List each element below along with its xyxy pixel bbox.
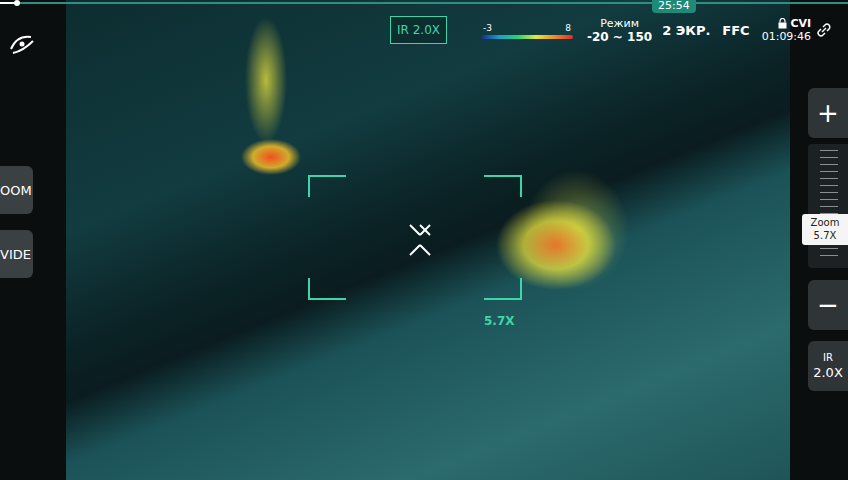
progress-thumb[interactable]: [14, 0, 20, 6]
drone-camera-screen: OOM VIDE 5.7X + Zoom5.7X − IR2.0X 25:54 IR 2.0X -…: [0, 0, 848, 480]
reticle-zoom-label: 5.7X: [484, 314, 515, 328]
thermal-video: 5.7X: [66, 0, 790, 480]
side-buttons: OOM VIDE: [0, 166, 33, 278]
zoom-out-button[interactable]: −: [808, 280, 848, 330]
zoom-in-button[interactable]: +: [808, 88, 848, 138]
mode-selector[interactable]: Режим-20 ~ 150: [587, 17, 652, 44]
palette-scale: -3 8: [481, 23, 573, 39]
target-reticle: [308, 175, 522, 300]
lock-icon: [778, 18, 787, 29]
ir-zoom-button[interactable]: IR2.0X: [808, 341, 848, 391]
progress-track: [0, 2, 848, 4]
side-button[interactable]: VIDE: [0, 230, 33, 278]
screen-button[interactable]: 2 ЭКР.: [662, 23, 710, 38]
playback-progress[interactable]: 25:54: [0, 0, 848, 6]
app-logo-icon[interactable]: [4, 26, 40, 62]
ffc-button[interactable]: FFC: [722, 23, 749, 38]
left-rail: OOM VIDE: [0, 0, 66, 480]
camera-hud: IR 2.0X -3 8 Режим-20 ~ 150 2 ЭКР. FFC CVI01:0…: [390, 16, 848, 44]
side-button[interactable]: OOM: [0, 166, 33, 214]
reticle-icon: [308, 175, 522, 300]
drone-logo-icon: [7, 29, 37, 59]
link-icon[interactable]: [817, 23, 831, 37]
zoom-slider[interactable]: Zoom5.7X: [808, 144, 848, 268]
zoom-slider-ticks: [820, 150, 838, 262]
zoom-tooltip: Zoom5.7X: [802, 214, 848, 245]
palette-min: -3: [483, 23, 492, 33]
ir-badge[interactable]: IR 2.0X: [390, 16, 447, 44]
palette-bar: [481, 35, 573, 39]
progress-time: 25:54: [652, 0, 696, 13]
recorder[interactable]: CVI01:09:46: [762, 17, 811, 43]
right-rail: + Zoom5.7X − IR2.0X: [790, 0, 848, 480]
palette-max: 8: [565, 23, 571, 33]
